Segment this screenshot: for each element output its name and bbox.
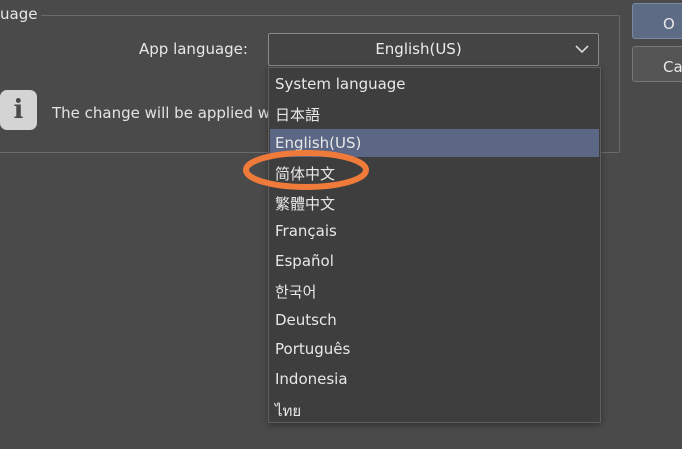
language-option-spanish[interactable]: Español (270, 247, 599, 275)
group-title: uage (0, 5, 42, 23)
language-option-thai[interactable]: ไทย (270, 394, 599, 422)
language-option-indonesian[interactable]: Indonesia (270, 365, 599, 393)
language-option-korean[interactable]: 한국어 (270, 276, 599, 304)
info-icon: i (0, 90, 37, 130)
app-language-value: English(US) (375, 40, 462, 58)
app-language-label: App language: (139, 40, 248, 58)
chevron-down-icon (575, 45, 589, 54)
highlight-annotation (243, 150, 369, 190)
language-option-french[interactable]: Français (270, 217, 599, 245)
cancel-button[interactable]: Ca (632, 46, 682, 82)
language-option-german[interactable]: Deutsch (270, 306, 599, 334)
info-message: The change will be applied whe (52, 104, 289, 122)
language-option-traditional-chinese[interactable]: 繁體中文 (270, 188, 599, 216)
language-option-portuguese[interactable]: Português (270, 335, 599, 363)
app-language-select[interactable]: English(US) (268, 33, 599, 66)
language-option-system[interactable]: System language (270, 70, 599, 98)
ok-button[interactable]: O (632, 3, 682, 39)
language-dropdown-list: System language 日本語 English(US) 简体中文 繁體中… (268, 67, 601, 423)
language-option-japanese[interactable]: 日本語 (270, 99, 599, 127)
